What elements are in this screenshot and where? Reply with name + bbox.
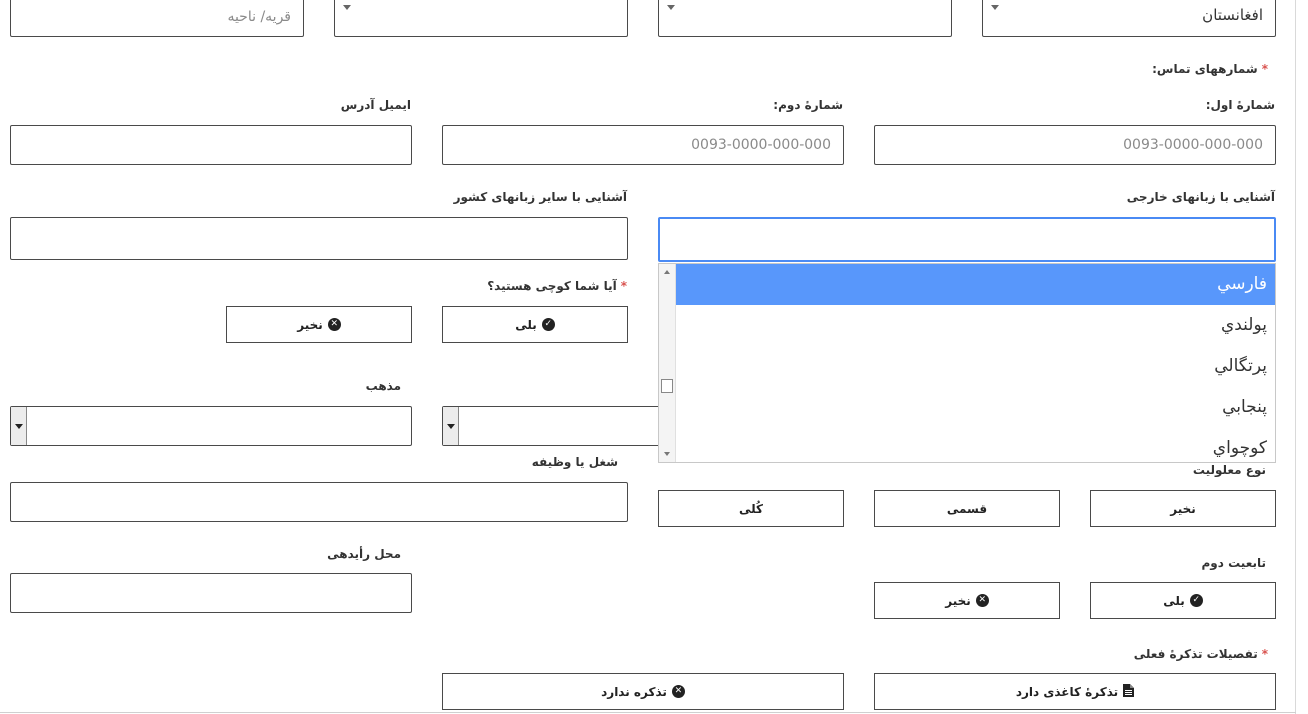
times-circle-icon: ✕ bbox=[975, 594, 989, 607]
occupation-input[interactable] bbox=[10, 482, 628, 522]
required-marker: * bbox=[1261, 62, 1268, 76]
tazkira-none-button[interactable]: ✕ تذکره ندارد bbox=[442, 673, 844, 710]
chevron-down-icon bbox=[991, 5, 999, 10]
dropdown-scrollbar[interactable] bbox=[659, 264, 676, 462]
country-select[interactable]: افغانستان bbox=[982, 0, 1276, 37]
village-placeholder: قریه/ ناحیه bbox=[227, 9, 291, 25]
tazkira-label: *تفصیلات تذکرهٔ فعلی bbox=[1133, 647, 1268, 661]
disability-full-label: کُلی bbox=[738, 501, 764, 516]
country-value: افغانستان bbox=[1202, 6, 1263, 24]
local-languages-input[interactable] bbox=[10, 217, 628, 260]
disability-none-button[interactable]: نخیر bbox=[1090, 490, 1276, 527]
language-option[interactable]: پرتگالي bbox=[676, 346, 1275, 387]
district-select[interactable] bbox=[334, 0, 628, 37]
required-marker: * bbox=[1261, 647, 1268, 661]
local-languages-label: آشنایی با سایر زبانهای کشور bbox=[453, 190, 627, 204]
province-select[interactable] bbox=[658, 0, 952, 37]
tazkira-paper-label: تذکرهٔ کاغذی دارد bbox=[1015, 684, 1119, 699]
tazkira-paper-button[interactable]: تذکرهٔ کاغذی دارد bbox=[874, 673, 1276, 710]
disability-label: نوع معلولیت bbox=[1192, 463, 1266, 477]
scroll-up-icon[interactable] bbox=[664, 270, 670, 274]
citizenship-yes-button[interactable]: ✓ بلی bbox=[1090, 582, 1276, 619]
nomad-question-label: *آیا شما کوچی هستید؟ bbox=[487, 279, 627, 293]
citizenship-yes-label: بلی bbox=[1163, 593, 1185, 608]
language-option[interactable]: فارسي bbox=[676, 264, 1275, 305]
occupation-label: شغل یا وظیفه bbox=[531, 455, 618, 469]
second-phone-placeholder: 0093-0000-000-000 bbox=[691, 137, 831, 153]
language-option[interactable]: پولندي bbox=[676, 305, 1275, 346]
email-label: ایمیل آدرس bbox=[340, 98, 411, 112]
scroll-thumb[interactable] bbox=[661, 379, 673, 393]
first-phone-placeholder: 0093-0000-000-000 bbox=[1123, 137, 1263, 153]
first-phone-label: شمارهٔ اول: bbox=[1205, 98, 1275, 112]
foreign-languages-input[interactable] bbox=[658, 217, 1276, 262]
scroll-down-icon[interactable] bbox=[664, 452, 670, 456]
language-option[interactable]: کوچواي bbox=[676, 428, 1275, 462]
disability-partial-button[interactable]: قسمی bbox=[874, 490, 1060, 527]
contacts-title: *شمارههای تماس: bbox=[1152, 62, 1268, 76]
nomad-yes-button[interactable]: ✓ بلی bbox=[442, 306, 628, 343]
disability-partial-label: قسمی bbox=[946, 501, 988, 516]
divider bbox=[0, 712, 1296, 713]
dropdown-arrow-icon[interactable] bbox=[11, 407, 27, 445]
citizenship-no-button[interactable]: ✕ نخیر bbox=[874, 582, 1060, 619]
check-circle-icon: ✓ bbox=[541, 318, 555, 331]
religion-select[interactable] bbox=[10, 406, 412, 446]
times-circle-icon: ✕ bbox=[671, 685, 685, 698]
times-circle-icon: ✕ bbox=[327, 318, 341, 331]
check-circle-icon: ✓ bbox=[1189, 594, 1203, 607]
chevron-down-icon bbox=[343, 5, 351, 10]
foreign-languages-label: آشنایی با زبانهای خارجی bbox=[1126, 190, 1275, 204]
file-icon bbox=[1123, 683, 1135, 700]
foreign-languages-dropdown[interactable]: فارسي پولندي پرتگالي پنجابي کوچواي bbox=[658, 263, 1276, 463]
first-phone-input[interactable]: 0093-0000-000-000 bbox=[874, 125, 1276, 165]
second-phone-input[interactable]: 0093-0000-000-000 bbox=[442, 125, 844, 165]
village-input[interactable]: قریه/ ناحیه bbox=[10, 0, 304, 37]
sect-select[interactable] bbox=[442, 406, 672, 446]
nomad-no-label: نخیر bbox=[297, 317, 323, 332]
second-phone-label: شمارهٔ دوم: bbox=[773, 98, 843, 112]
disability-none-label: نخیر bbox=[1170, 501, 1196, 516]
required-marker: * bbox=[620, 279, 627, 293]
tazkira-none-label: تذکره ندارد bbox=[601, 684, 667, 699]
chevron-down-icon bbox=[667, 5, 675, 10]
nomad-yes-label: بلی bbox=[515, 317, 537, 332]
disability-full-button[interactable]: کُلی bbox=[658, 490, 844, 527]
language-option[interactable]: پنجابي bbox=[676, 387, 1275, 428]
voting-location-input[interactable] bbox=[10, 573, 412, 613]
email-input[interactable] bbox=[10, 125, 412, 165]
religion-label: مذهب bbox=[365, 379, 401, 393]
nomad-no-button[interactable]: ✕ نخیر bbox=[226, 306, 412, 343]
dropdown-arrow-icon[interactable] bbox=[443, 407, 459, 445]
citizenship-no-label: نخیر bbox=[945, 593, 971, 608]
voting-location-label: محل رأیدهی bbox=[327, 547, 401, 561]
second-citizenship-label: تابعیت دوم bbox=[1201, 556, 1266, 570]
